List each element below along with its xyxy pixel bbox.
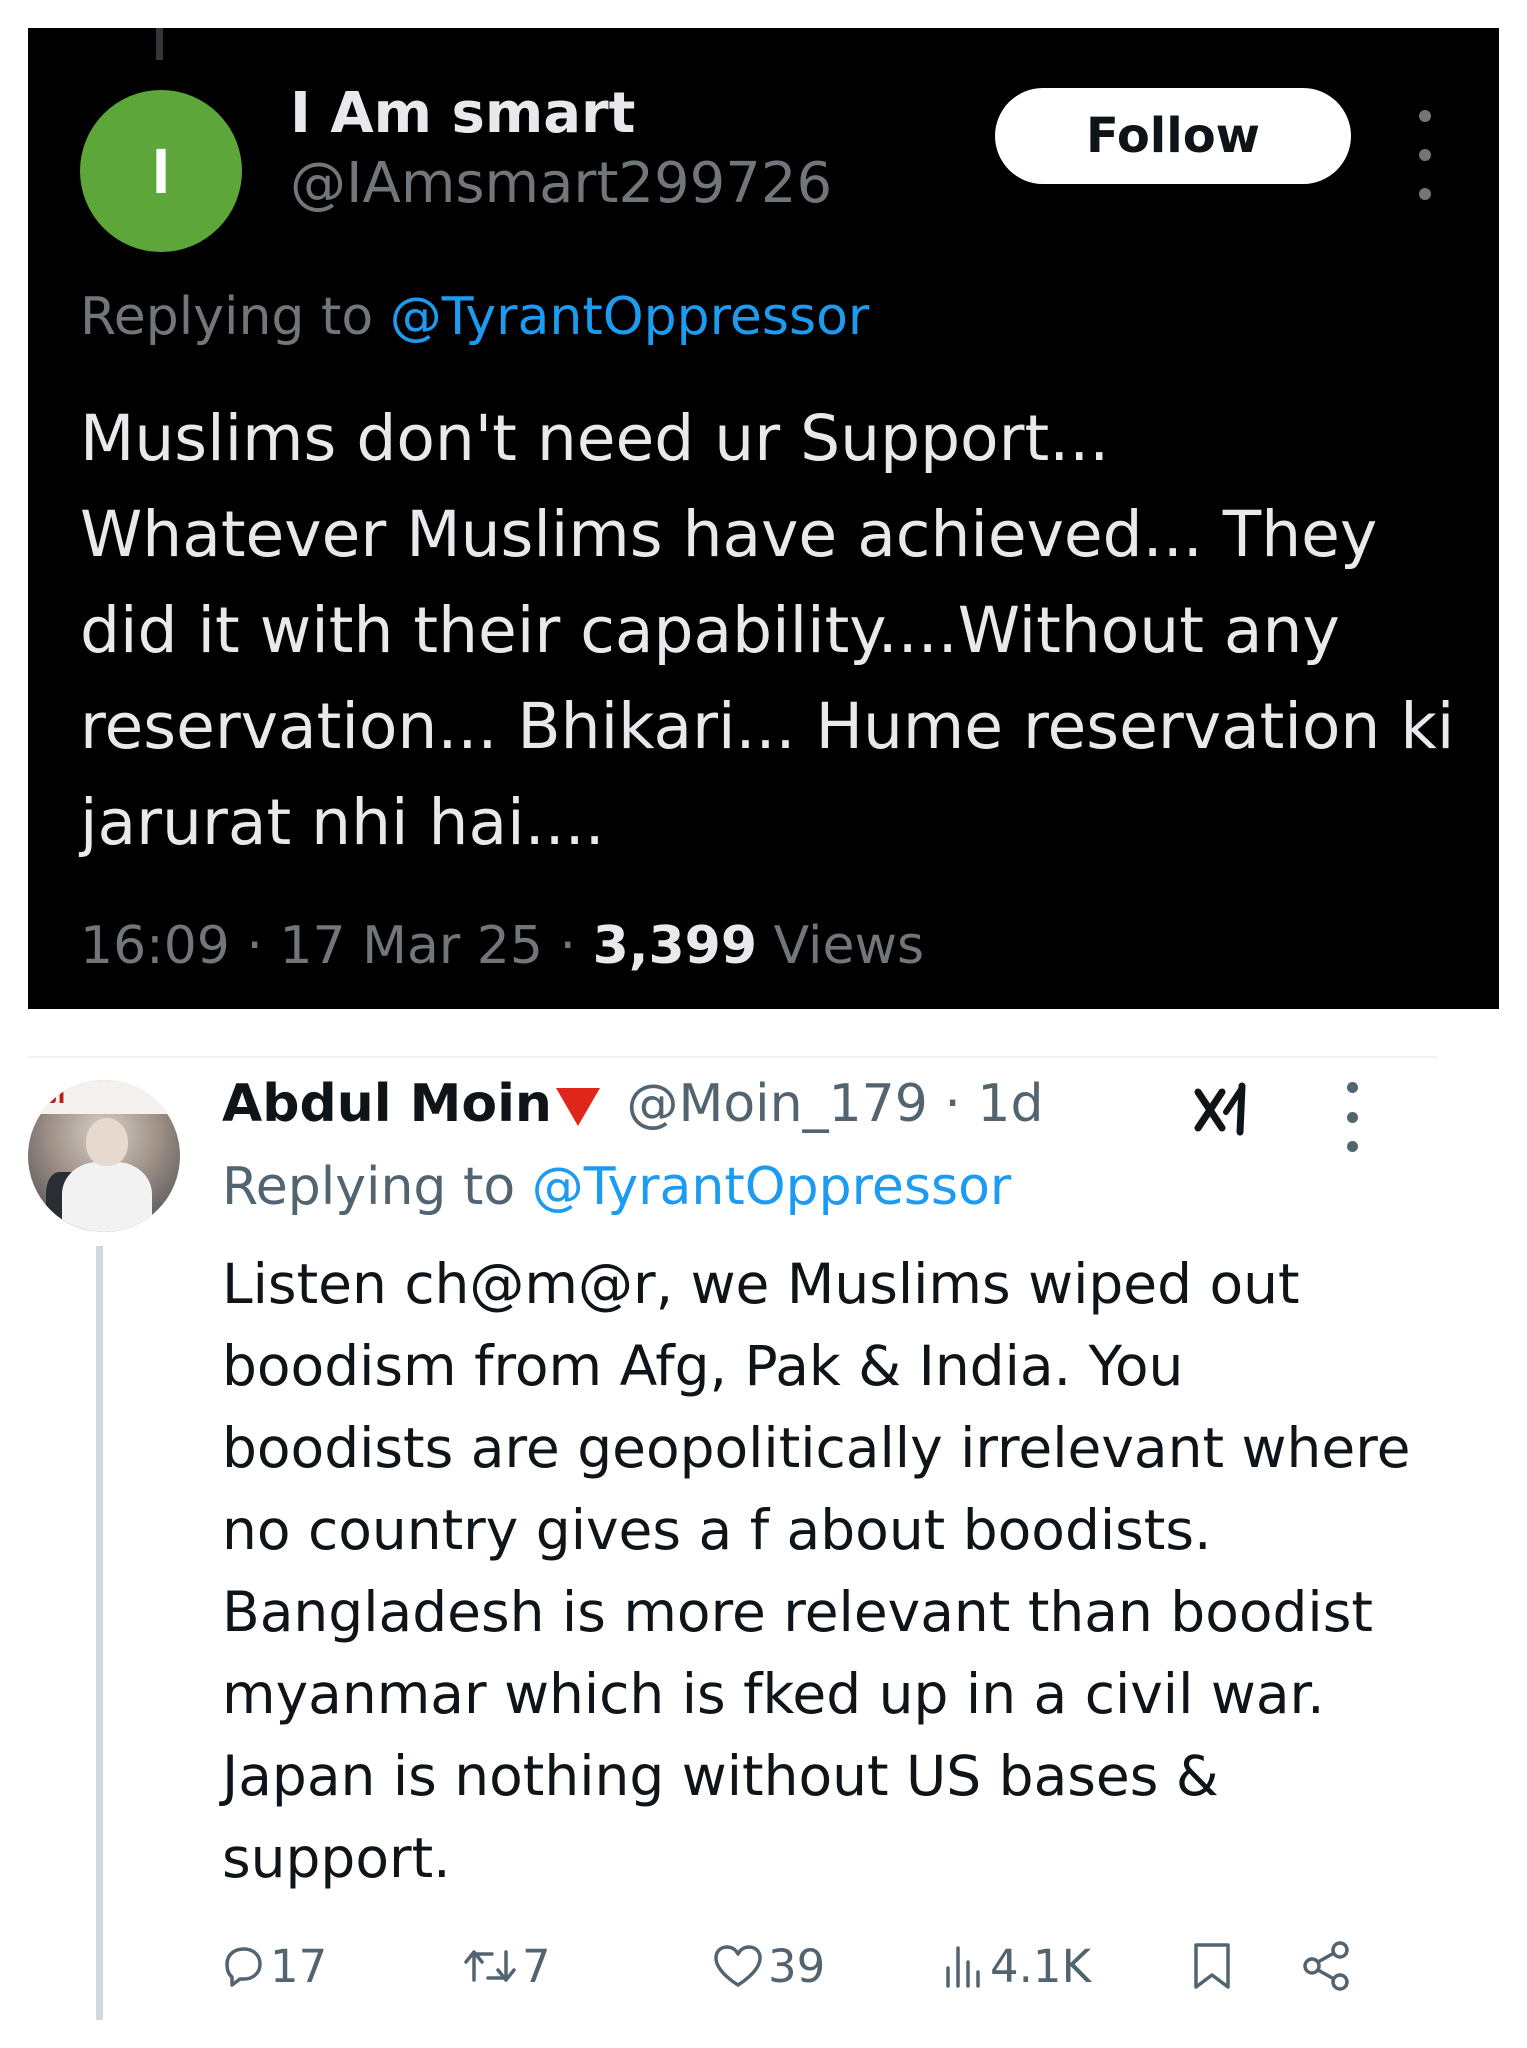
reply-button[interactable]: 17 (222, 1930, 327, 2002)
views-label: Views (773, 916, 925, 976)
tweet-text: Listen ch@m@r, we Muslims wiped out bood… (222, 1252, 1411, 1890)
avatar[interactable]: الـ (28, 1080, 180, 1232)
repost-icon (464, 1950, 516, 1982)
views-button[interactable]: 4.1K (942, 1930, 1091, 2002)
separator-dot: · (927, 1074, 978, 1134)
replying-prefix: Replying to (222, 1157, 532, 1217)
like-button[interactable]: 39 (712, 1930, 825, 2002)
like-count: 39 (768, 1939, 826, 1993)
replying-to-mention[interactable]: @TyrantOppressor (532, 1157, 1012, 1217)
thread-connector (156, 28, 163, 60)
red-triangle-icon (555, 1088, 600, 1126)
tweet-time[interactable]: 16:09 (80, 916, 230, 976)
follow-button[interactable]: Follow (995, 88, 1351, 184)
avatar-figure (86, 1118, 128, 1166)
grok-icon[interactable] (1192, 1082, 1252, 1142)
repost-button[interactable]: 7 (462, 1930, 551, 2002)
repost-count: 7 (522, 1939, 551, 1993)
replying-prefix: Replying to (80, 287, 390, 347)
tweet-header: Abdul Moin @Moin_179 · 1d (222, 1068, 1044, 1141)
more-icon[interactable] (1340, 1082, 1364, 1152)
avatar-banner-text: الـ (28, 1080, 180, 1114)
replying-to: Replying to @TyrantOppressor (222, 1151, 1011, 1224)
avatar-initial: I (152, 135, 170, 207)
tweet-actions-bar: 17 7 39 4.1K (222, 1930, 1372, 2002)
replying-to-mention[interactable]: @TyrantOppressor (390, 287, 870, 347)
views-icon (946, 1946, 980, 1988)
tweet-text: Muslims don't need ur Support... Whateve… (80, 402, 1455, 859)
top-tweet-card[interactable]: I I Am smart @IAmsmart299726 Follow Repl… (28, 28, 1499, 1009)
views-count: 3,399 (592, 916, 758, 976)
thread-connector (96, 1246, 103, 2020)
share-button[interactable] (1300, 1930, 1356, 2002)
reply-count: 17 (270, 1939, 328, 1993)
display-name[interactable]: I Am smart (290, 78, 635, 151)
divider (28, 1056, 1438, 1058)
tweet-date[interactable]: 17 Mar 25 (279, 916, 543, 976)
share-icon (1303, 1941, 1349, 1991)
display-name[interactable]: Abdul Moin (222, 1074, 552, 1134)
more-options-icon[interactable] (1408, 110, 1442, 200)
user-handle[interactable]: @Moin_179 (626, 1074, 927, 1134)
tweet-meta: 16:09 · 17 Mar 25 · 3,399 Views (80, 916, 925, 976)
bookmark-icon (1194, 1943, 1230, 1989)
avatar[interactable]: I (80, 90, 242, 252)
avatar-figure (62, 1162, 152, 1232)
bookmark-button[interactable] (1190, 1930, 1238, 2002)
like-icon (714, 1945, 762, 1987)
time-ago[interactable]: 1d (977, 1074, 1043, 1134)
reply-icon (225, 1947, 262, 1987)
views-count: 4.1K (990, 1939, 1092, 1993)
replying-to: Replying to @TyrantOppressor (80, 284, 869, 352)
user-handle[interactable]: @IAmsmart299726 (290, 148, 832, 221)
